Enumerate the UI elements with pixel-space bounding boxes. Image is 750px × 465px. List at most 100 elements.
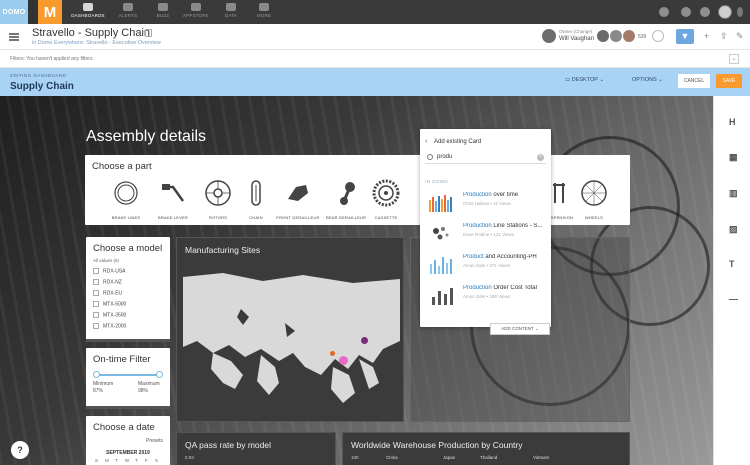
- domo-logo[interactable]: DOMO: [0, 0, 28, 24]
- part-cassette[interactable]: CASSETTE: [361, 179, 411, 220]
- more-vert-icon[interactable]: [737, 7, 743, 17]
- part-brake-lines[interactable]: BRAKE LINES: [101, 179, 151, 220]
- desktop-view-button[interactable]: ▭ DESKTOP ⌄: [565, 77, 604, 83]
- nav-item-more[interactable]: MORE: [244, 3, 284, 18]
- nav-item-label: BUZZ: [156, 13, 170, 18]
- card-search-input[interactable]: produ ×: [425, 152, 546, 164]
- part-brake-lever[interactable]: BRAKE LEVER: [148, 179, 198, 220]
- range-slider-track[interactable]: [96, 374, 159, 376]
- match-highlight: Production: [463, 192, 492, 198]
- owner-change-link[interactable]: Owner (Change): [559, 29, 592, 34]
- model-option[interactable]: MTX-2000: [93, 323, 126, 329]
- rear-derailleur-icon: [340, 182, 355, 205]
- checkbox[interactable]: [93, 323, 99, 329]
- instance-logo[interactable]: M: [38, 0, 62, 24]
- checkbox[interactable]: [93, 301, 99, 307]
- model-option-label: RDX-NZ: [103, 279, 122, 286]
- card-result-meta: Chris Haleua • 11 Views: [463, 201, 511, 206]
- checkbox[interactable]: [93, 279, 99, 285]
- min-label: Minimum: [93, 381, 114, 387]
- model-option[interactable]: MTX-3500: [93, 312, 126, 318]
- world-map[interactable]: [183, 271, 400, 418]
- map-site-marker[interactable]: [361, 337, 368, 344]
- alert-icon: [123, 3, 133, 11]
- card-result-item[interactable]: Production over time Chris Haleua • 11 V…: [424, 188, 547, 216]
- add-card-icon[interactable]: +: [704, 32, 713, 41]
- card-title: QA pass rate by model: [185, 440, 271, 450]
- card-result-item[interactable]: Production Order Cost Total Amos Oats • …: [424, 281, 547, 309]
- clear-search-icon[interactable]: ×: [537, 154, 544, 161]
- checkbox[interactable]: [93, 268, 99, 274]
- user-avatar[interactable]: [718, 5, 732, 19]
- add-icon[interactable]: [681, 7, 691, 17]
- presets-dropdown[interactable]: Presets: [146, 438, 163, 444]
- shared-user-avatar[interactable]: [623, 30, 635, 42]
- data-icon: [226, 3, 236, 11]
- breadcrumb[interactable]: in Domo Everywhere: Stravello - Executiv…: [32, 40, 161, 46]
- nav-item-appstore[interactable]: APPSTORE: [176, 3, 216, 18]
- model-option[interactable]: RDX-USA: [93, 268, 126, 274]
- country-label: Thailand: [480, 455, 498, 460]
- map-site-marker[interactable]: [330, 351, 335, 356]
- help-icon[interactable]: [700, 7, 710, 17]
- qa-pass-rate-card[interactable]: QA pass rate by model 0.93: [176, 432, 336, 465]
- wrench-icon[interactable]: ✎: [736, 32, 745, 41]
- warehouse-production-card[interactable]: Worldwide Warehouse Production by Countr…: [342, 432, 630, 465]
- part-wheels[interactable]: WHEELS: [569, 179, 619, 220]
- add-content-button[interactable]: ADD CONTENT ⌄: [490, 323, 550, 335]
- model-option[interactable]: RDX-EU: [93, 290, 122, 296]
- checkbox[interactable]: [93, 290, 99, 296]
- card-result-meta: Amos Oats • 371 Views: [463, 263, 511, 268]
- nav-item-alerts[interactable]: ALERTS: [108, 3, 148, 18]
- popover-title: Add existing Card: [434, 139, 482, 145]
- manufacturing-sites-card[interactable]: Manufacturing Sites: [176, 237, 404, 422]
- layout-tool-icon[interactable]: ▦: [729, 153, 738, 162]
- search-icon[interactable]: [659, 7, 669, 17]
- results-section-label: IN DOMO: [425, 179, 449, 184]
- resize-handle[interactable]: [86, 406, 170, 409]
- checkbox[interactable]: [93, 312, 99, 318]
- appstore-icon: [191, 3, 201, 11]
- help-button[interactable]: ?: [11, 441, 29, 459]
- share-count[interactable]: 539: [638, 34, 646, 40]
- map-site-marker[interactable]: [339, 356, 348, 365]
- part-front-derailleur[interactable]: FRONT DERAILLEUR: [273, 179, 323, 220]
- shared-user-avatar[interactable]: [597, 30, 609, 42]
- header-tool-icon[interactable]: H: [729, 118, 738, 127]
- country-label: Japan: [443, 455, 456, 460]
- share-icon[interactable]: [652, 30, 664, 42]
- chevron-down-icon[interactable]: ⌄: [729, 54, 739, 64]
- back-arrow-icon[interactable]: ‹: [425, 138, 427, 145]
- menu-icon[interactable]: [9, 33, 19, 41]
- export-icon[interactable]: ⇪: [720, 32, 729, 41]
- cancel-button[interactable]: CANCEL: [678, 74, 710, 88]
- model-card: Choose a model All values (6) RDX-USA RD…: [86, 237, 170, 342]
- range-slider-min-handle[interactable]: [93, 371, 100, 378]
- owner-avatar: [542, 29, 556, 43]
- image-tool-icon[interactable]: ▨: [729, 225, 738, 234]
- chart-tool-icon[interactable]: ▥: [729, 189, 738, 198]
- nav-item-dashboards[interactable]: DASHBOARDS: [68, 3, 108, 18]
- divider-tool-icon[interactable]: —: [729, 295, 738, 304]
- resize-handle[interactable]: [86, 339, 170, 342]
- dashboard-canvas: Assembly details Choose a part BRAKE LIN…: [0, 96, 713, 465]
- page-title: Stravello - Supply Chain: [32, 27, 151, 39]
- shared-user-avatar[interactable]: [610, 30, 622, 42]
- card-result-item[interactable]: Production Line Stations - S... Dane Rod…: [424, 219, 547, 247]
- section-title: Assembly details: [86, 128, 207, 145]
- card-result-item[interactable]: Product and Accounting-PH Amos Oats • 37…: [424, 250, 547, 278]
- calendar-day-of-week: M: [105, 458, 109, 463]
- dashboard-name[interactable]: Supply Chain: [10, 81, 74, 92]
- filter-bar: Filters: You haven't applied any filters…: [0, 50, 750, 68]
- search-value[interactable]: produ: [437, 154, 452, 160]
- text-tool-icon[interactable]: T: [729, 260, 738, 269]
- model-option[interactable]: MTX-5000: [93, 301, 126, 307]
- save-button[interactable]: SAVE: [716, 74, 742, 88]
- lock-icon[interactable]: [145, 29, 152, 37]
- card-result-title: Production Line Stations - S...: [463, 223, 547, 229]
- options-button[interactable]: OPTIONS ⌄: [632, 77, 663, 83]
- model-option[interactable]: RDX-NZ: [93, 279, 122, 285]
- filter-button[interactable]: ▼: [676, 29, 694, 44]
- brake-lines-icon: [114, 181, 138, 205]
- range-slider-max-handle[interactable]: [156, 371, 163, 378]
